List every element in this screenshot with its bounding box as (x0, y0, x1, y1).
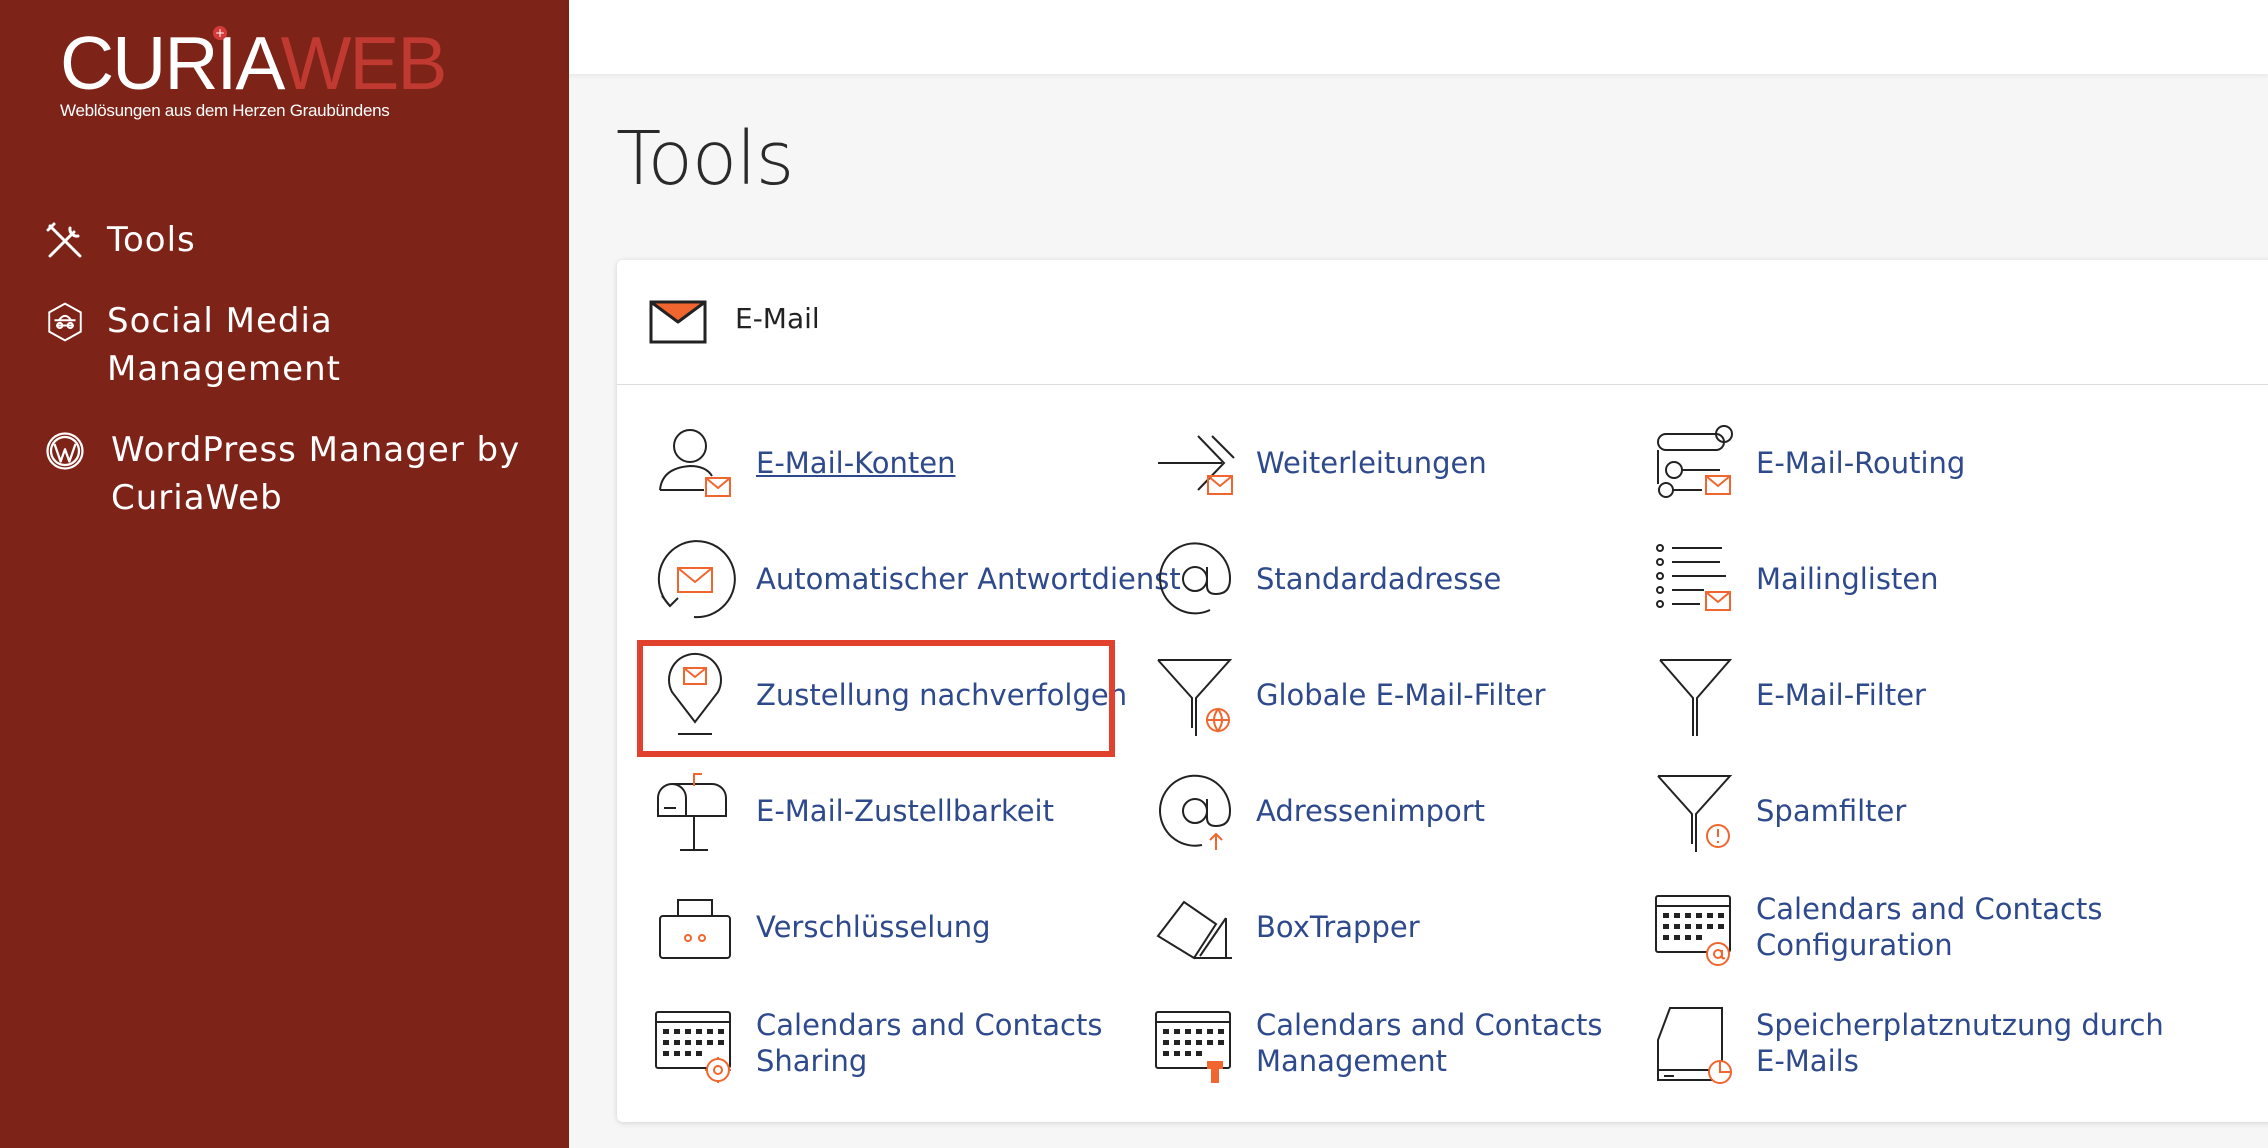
tool-label: E-Mail-Zustellbarkeit (756, 794, 1054, 828)
forward-arrow-icon (1158, 435, 1235, 495)
boxtrapper-icon (1156, 900, 1232, 960)
disk-usage-icon (1657, 1007, 1732, 1084)
tool-label: Speicherplatznutzung durch E-Mails (1756, 1007, 2164, 1079)
tool-label: Standardadresse (1256, 562, 1502, 596)
calendar-sharing-icon (655, 1011, 731, 1083)
highlight-box (637, 640, 1115, 757)
tool-calendars-contacts-sharing[interactable]: Calendars and Contacts Sharing (650, 995, 1130, 1091)
address-import-icon (1159, 774, 1232, 850)
tool-label: Globale E-Mail-Filter (1256, 678, 1546, 712)
sidebar-item-social-media[interactable]: Social Media Management (0, 297, 569, 393)
envelope-icon (649, 300, 707, 344)
tool-label: BoxTrapper (1256, 910, 1420, 944)
section-title: E-Mail (735, 302, 820, 335)
global-filter-icon (1157, 659, 1233, 736)
top-bar (569, 0, 2268, 74)
wordpress-icon (46, 432, 84, 470)
tool-label: Automatischer Antwortdienst (756, 562, 1181, 596)
sidebar-item-wordpress[interactable]: WordPress Manager by CuriaWeb (0, 426, 569, 522)
logo-wordmark: CURIAWEB (60, 26, 447, 101)
mailing-list-icon (1656, 544, 1731, 611)
user-mail-icon (659, 429, 731, 497)
tool-label: E-Mail-Filter (1756, 678, 1926, 712)
tool-label-line1: Calendars and Contacts (756, 1008, 1103, 1042)
encryption-icon (659, 899, 731, 959)
logo-tagline: Weblösungen aus dem Herzen Graubündens (60, 101, 390, 120)
tool-label: Calendars and Contacts Configuration (1756, 891, 2102, 963)
tool-label-line2: E-Mails (1756, 1044, 1859, 1078)
calendar-config-icon (1655, 895, 1731, 966)
tool-spam-filters[interactable]: Spamfilter (1650, 763, 2130, 859)
at-sign-icon (1159, 542, 1232, 615)
tool-label: E-Mail-Konten (756, 446, 956, 480)
tool-label: Weiterleitungen (1256, 446, 1487, 480)
tool-email-disk-usage[interactable]: Speicherplatznutzung durch E-Mails (1650, 995, 2164, 1091)
logo-accent-text: WEB (280, 21, 448, 105)
tool-label: Calendars and Contacts Sharing (756, 1007, 1102, 1079)
tool-calendars-contacts-management[interactable]: Calendars and Contacts Management (1150, 995, 1630, 1091)
calendar-management-icon (1155, 1011, 1231, 1083)
tool-forwarders[interactable]: Weiterleitungen (1150, 415, 1630, 511)
tool-label-line2: Management (1256, 1044, 1448, 1078)
tool-calendars-contacts-configuration[interactable]: Calendars and Contacts Configuration (1650, 879, 2130, 975)
tool-email-routing[interactable]: E-Mail-Routing (1650, 415, 2130, 511)
tool-autoresponders[interactable]: Automatischer Antwortdienst (650, 531, 1181, 627)
tool-email-deliverability[interactable]: E-Mail-Zustellbarkeit (650, 763, 1130, 859)
email-panel-header[interactable]: E-Mail (617, 260, 2268, 385)
tool-label: Verschlüsselung (756, 910, 991, 944)
sidebar-item-label-line1: Social Media (107, 301, 333, 341)
tool-label: Calendars and Contacts Management (1256, 1007, 1602, 1079)
tool-default-address[interactable]: Standardadresse (1150, 531, 1630, 627)
tool-label: Spamfilter (1756, 794, 1907, 828)
tool-label: Mailinglisten (1756, 562, 1939, 596)
tool-label-line1: Calendars and Contacts (1756, 892, 2103, 926)
social-media-icon (48, 302, 82, 342)
sidebar: CURIAWEB + Weblösungen aus dem Herzen Gr… (0, 0, 569, 1148)
tool-boxtrapper[interactable]: BoxTrapper (1150, 879, 1630, 975)
routing-icon (1657, 425, 1733, 498)
sidebar-item-label-line2: CuriaWeb (111, 478, 283, 518)
tool-label-line2: Sharing (756, 1044, 868, 1078)
mailbox-icon (657, 773, 727, 851)
curiaweb-logo[interactable]: CURIAWEB + Weblösungen aus dem Herzen Gr… (60, 26, 447, 121)
tool-label-line2: Configuration (1756, 928, 1953, 962)
autoresponder-icon (657, 540, 736, 619)
tool-address-importer[interactable]: Adressenimport (1150, 763, 1630, 859)
tool-email-filters[interactable]: E-Mail-Filter (1650, 647, 2130, 743)
tool-encryption[interactable]: Verschlüsselung (650, 879, 1130, 975)
sidebar-item-label-line2: Management (107, 349, 341, 389)
tool-email-accounts[interactable]: E-Mail-Konten (650, 415, 1130, 511)
tool-label-line1: Speicherplatznutzung durch (1756, 1008, 2164, 1042)
swiss-cross-icon: + (213, 26, 227, 40)
tool-label: E-Mail-Routing (1756, 446, 1966, 480)
tool-label: Adressenimport (1256, 794, 1486, 828)
sidebar-item-tools[interactable]: Tools (0, 216, 569, 264)
sidebar-item-label: Tools (107, 220, 196, 260)
page-title: Tools (616, 116, 794, 202)
tool-global-email-filters[interactable]: Globale E-Mail-Filter (1150, 647, 1630, 743)
sidebar-nav: Tools Social Media Management WordPress … (0, 216, 569, 522)
logo-main-text: CURIA (60, 21, 283, 105)
tools-icon (46, 222, 82, 258)
tool-mailing-lists[interactable]: Mailinglisten (1650, 531, 2130, 627)
tool-label-line1: Calendars and Contacts (1256, 1008, 1603, 1042)
spam-filter-icon (1657, 775, 1733, 852)
filter-icon (1659, 659, 1733, 736)
sidebar-item-label-line1: WordPress Manager by (111, 430, 521, 470)
